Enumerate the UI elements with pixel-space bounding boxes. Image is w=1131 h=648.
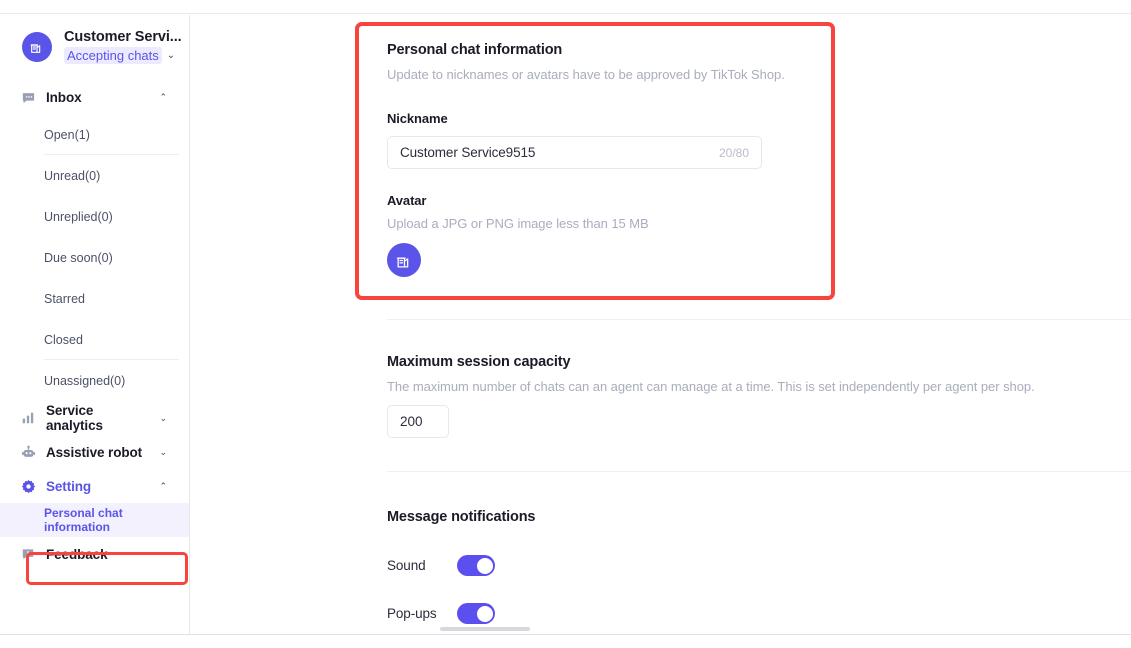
window-bottom-strip [0, 634, 1131, 648]
session-capacity-value: 200 [400, 414, 423, 429]
sidebar-group-label: Assistive robot [46, 444, 143, 460]
window-top-strip [0, 0, 1131, 14]
settings-content: Personal chat information Update to nick… [191, 15, 1131, 634]
sidebar-item-label: Unread(0) [44, 168, 101, 183]
sidebar-item-open[interactable]: Open(1) [0, 114, 189, 155]
toggle-knob [476, 605, 493, 622]
maximum-session-capacity-section: Maximum session capacity The maximum num… [191, 320, 1131, 438]
avatar-hint: Upload a JPG or PNG image less than 15 M… [387, 216, 649, 231]
sidebar-item-label: Starred [44, 291, 85, 306]
gear-icon [20, 478, 36, 494]
sidebar-item-unassigned[interactable]: Unassigned(0) [0, 360, 189, 401]
bar-chart-icon [20, 410, 36, 426]
sidebar-item-label: Unassigned(0) [44, 373, 126, 388]
sidebar-group-label: Inbox [46, 89, 82, 105]
sidebar-group-feedback[interactable]: Feedback [0, 537, 189, 571]
chevron-up-icon[interactable]: ⌃ [159, 92, 167, 102]
notification-row-sound: Sound [387, 555, 1131, 576]
sidebar-group-inbox[interactable]: Inbox ⌃ [0, 80, 189, 114]
robot-icon [20, 444, 36, 460]
profile-name: Customer Servi... [64, 29, 182, 45]
sidebar-item-due-soon[interactable]: Due soon(0) [0, 237, 189, 278]
avatar [22, 31, 52, 62]
chevron-down-icon[interactable]: ⌄ [167, 50, 175, 61]
nickname-value: Customer Service9515 [400, 145, 536, 160]
popups-toggle[interactable] [457, 603, 495, 624]
sidebar-group-service-analytics[interactable]: Service analytics ⌄ [0, 401, 189, 435]
notifications-title: Message notifications [387, 509, 536, 525]
notification-row-popups: Pop-ups [387, 603, 1131, 624]
sidebar-item-label: Unreplied(0) [44, 209, 113, 224]
sidebar-item-label: Open(1) [44, 127, 90, 142]
session-capacity-title: Maximum session capacity [387, 354, 571, 370]
personal-chat-information-section: Personal chat information Update to nick… [191, 15, 1131, 277]
profile-header[interactable]: Customer Servi... Accepting chats ⌄ [0, 15, 189, 64]
sidebar-group-label: Service analytics [46, 403, 103, 433]
avatar-upload-button[interactable] [387, 243, 421, 277]
message-notifications-section: Message notifications Sound Pop-ups [191, 472, 1131, 624]
session-capacity-description: The maximum number of chats can an agent… [387, 379, 1035, 394]
sidebar-nav: Inbox ⌃ Open(1) Unread(0) Unreplied(0) D… [0, 80, 189, 571]
chat-bubble-icon [20, 89, 36, 105]
sidebar-item-label: Personal chat information [44, 506, 123, 534]
nickname-char-counter: 20/80 [718, 145, 749, 160]
chevron-up-icon[interactable]: ⌃ [159, 481, 167, 491]
sidebar: Customer Servi... Accepting chats ⌄ Inbo… [0, 15, 190, 634]
sound-label: Sound [387, 558, 426, 573]
sidebar-item-personal-chat-information[interactable]: Personal chat information [0, 503, 189, 537]
nickname-label: Nickname [387, 111, 448, 126]
sidebar-group-label: Setting [46, 478, 92, 494]
chevron-down-icon[interactable]: ⌄ [159, 413, 167, 423]
page-title: Personal chat information [387, 42, 563, 58]
sidebar-group-label: Feedback [46, 546, 108, 562]
horizontal-scrollbar[interactable] [440, 627, 530, 631]
avatar-label: Avatar [387, 193, 427, 208]
page-description: Update to nicknames or avatars have to b… [387, 67, 785, 82]
profile-status-row[interactable]: Accepting chats ⌄ [64, 47, 182, 64]
feedback-icon [20, 546, 36, 562]
sidebar-item-starred[interactable]: Starred [0, 278, 189, 319]
toggle-knob [476, 557, 493, 574]
session-capacity-input[interactable]: 200 [387, 405, 449, 438]
sidebar-item-label: Closed [44, 332, 83, 347]
status-badge[interactable]: Accepting chats [64, 47, 162, 64]
sidebar-group-setting[interactable]: Setting ⌃ [0, 469, 189, 503]
sidebar-item-unread[interactable]: Unread(0) [0, 155, 189, 196]
nickname-input[interactable]: Customer Service9515 20/80 [387, 136, 762, 169]
app-root: Customer Servi... Accepting chats ⌄ Inbo… [0, 0, 1131, 648]
sidebar-item-unreplied[interactable]: Unreplied(0) [0, 196, 189, 237]
sound-toggle[interactable] [457, 555, 495, 576]
popups-label: Pop-ups [387, 606, 437, 621]
sidebar-item-closed[interactable]: Closed [0, 319, 189, 360]
chevron-down-icon[interactable]: ⌄ [159, 447, 167, 457]
sidebar-item-label: Due soon(0) [44, 250, 113, 265]
sidebar-group-assistive-robot[interactable]: Assistive robot ⌄ [0, 435, 189, 469]
